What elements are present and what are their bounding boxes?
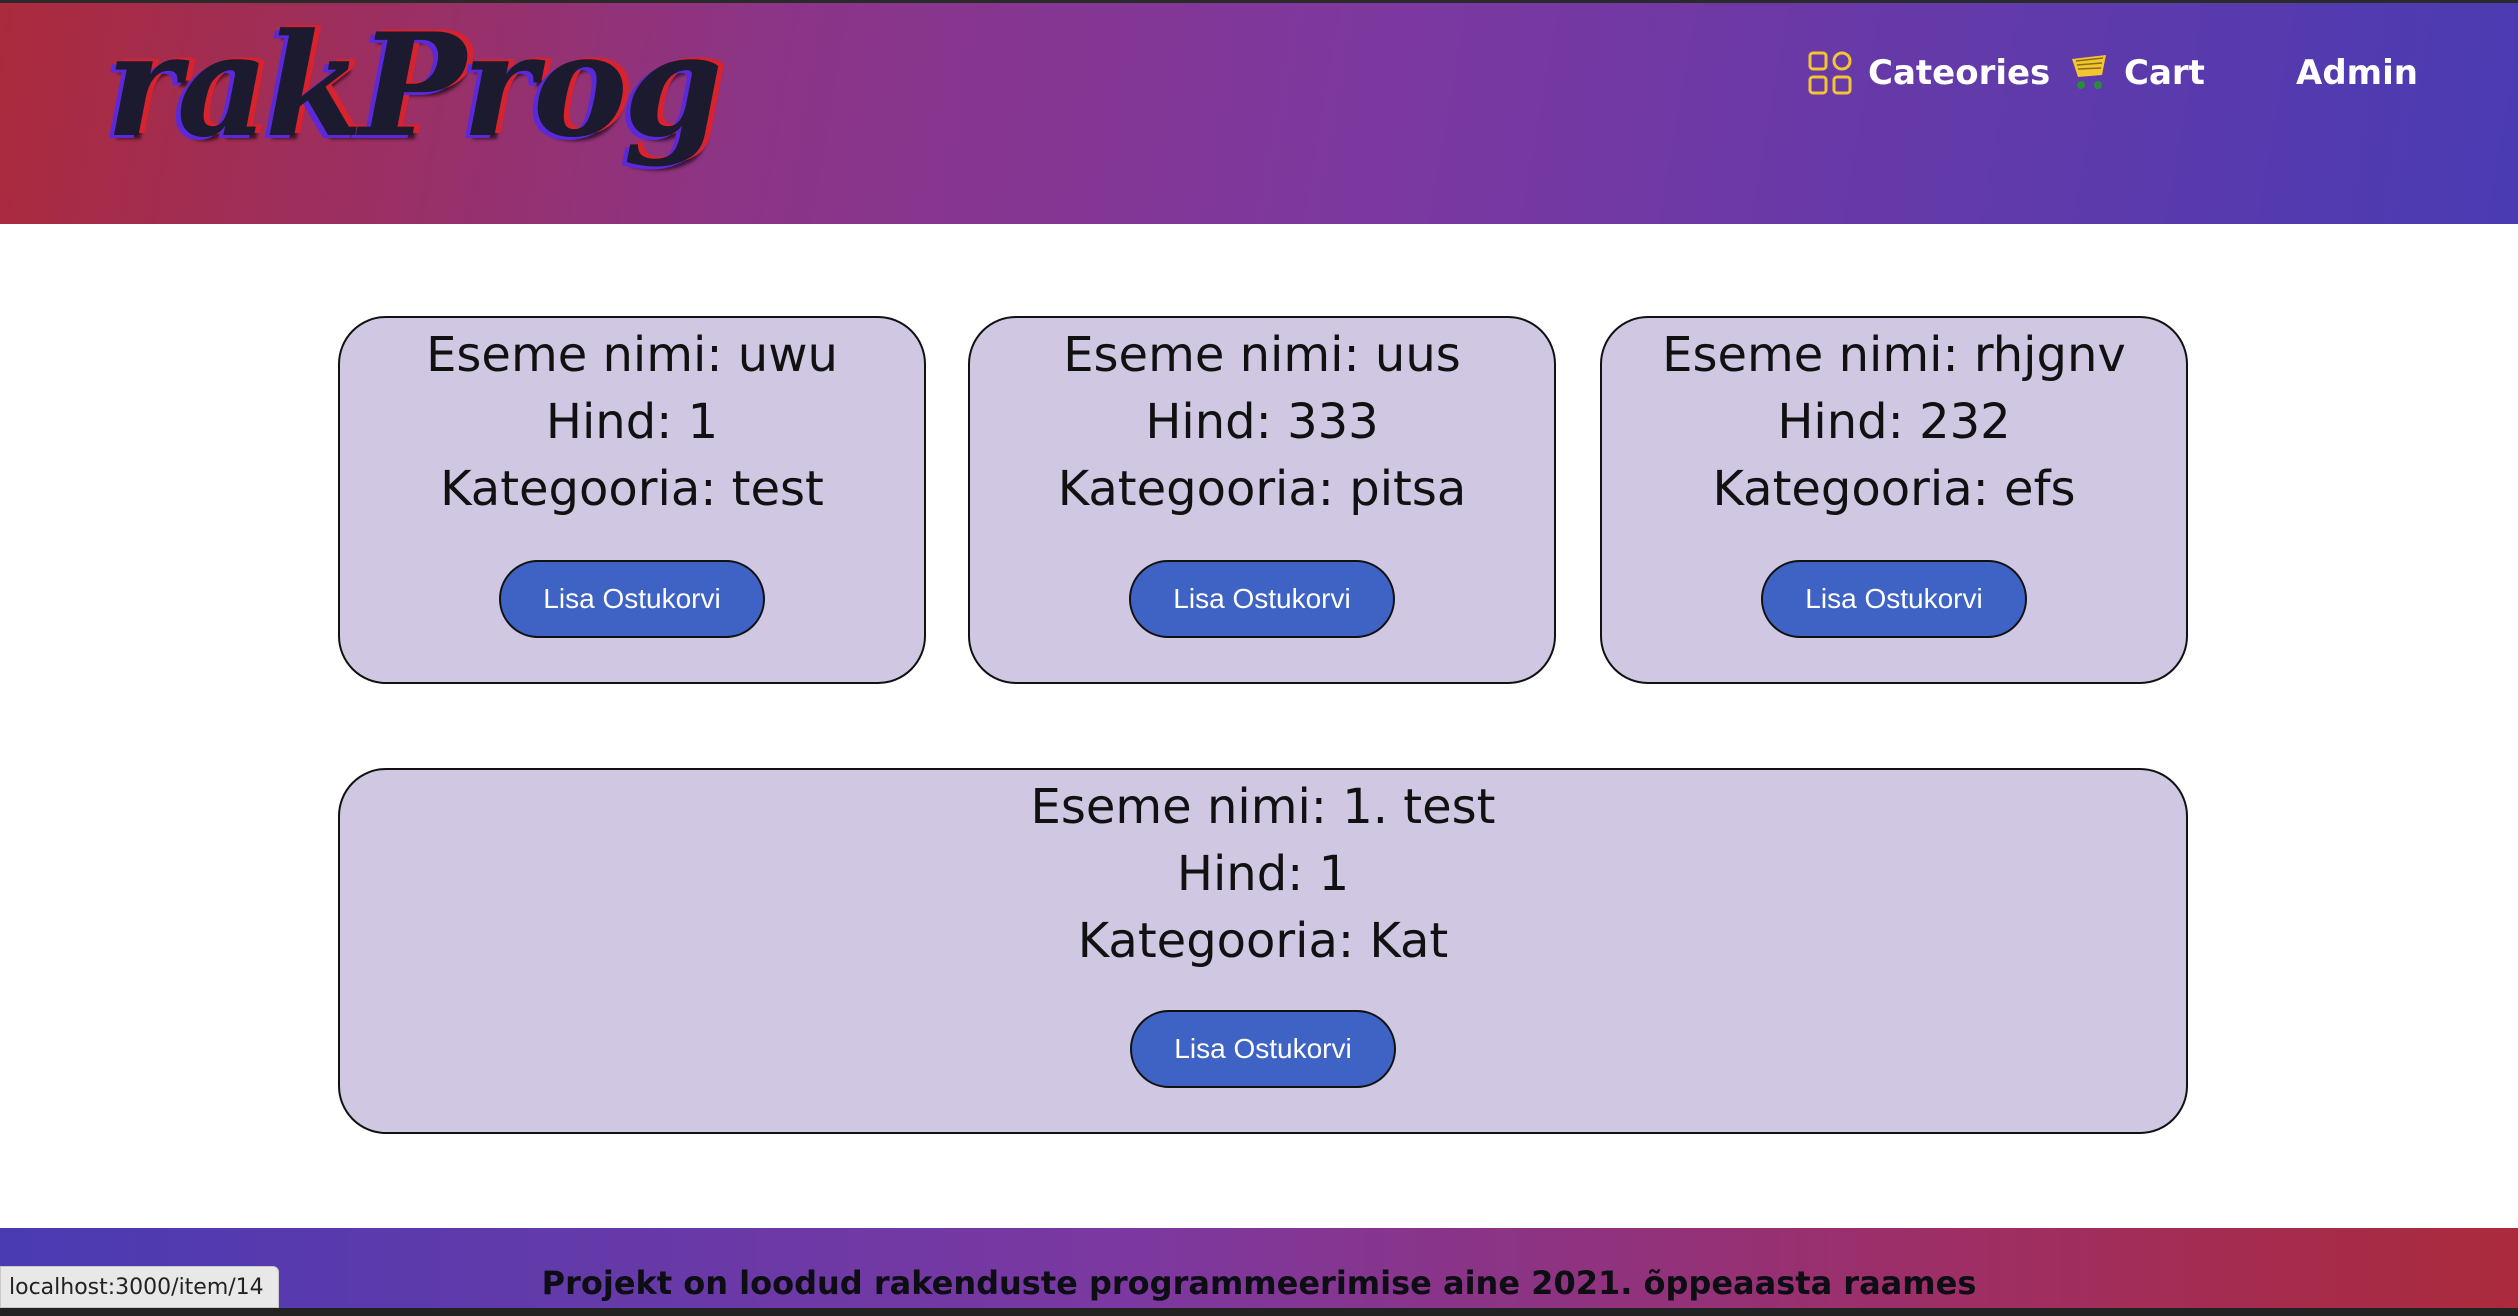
link-preview-status: localhost:3000/item/14: [0, 1266, 279, 1308]
item-price: Hind: 333: [1145, 394, 1379, 450]
nav-admin-label: Admin: [2296, 53, 2418, 93]
nav-admin-link[interactable]: Admin: [2296, 43, 2418, 103]
footer-text: Projekt on loodud rakenduste programmeer…: [541, 1264, 1977, 1302]
item-category: Kategooria: test: [440, 461, 824, 517]
item-category: Kategooria: pitsa: [1057, 461, 1467, 517]
nav-categories-label: Cateories: [1868, 53, 2051, 93]
add-to-cart-button[interactable]: Lisa Ostukorvi: [1129, 560, 1395, 638]
site-header: rakProg Cateories Cart Admin: [0, 0, 2518, 224]
item-price: Hind: 1: [1176, 846, 1350, 902]
item-name: Eseme nimi: uwu: [426, 327, 838, 383]
nav-categories-link[interactable]: Cateories: [1808, 43, 2050, 103]
item-category: Kategooria: Kat: [1077, 913, 1449, 969]
nav-cart-label: Cart: [2124, 53, 2205, 93]
item-card[interactable]: Eseme nimi: uus Hind: 333 Kategooria: pi…: [968, 316, 1556, 684]
window-bottom-edge: [0, 1308, 2518, 1316]
item-category: Kategooria: efs: [1712, 461, 2076, 517]
item-card[interactable]: Eseme nimi: 1. test Hind: 1 Kategooria: …: [338, 768, 2188, 1134]
item-price: Hind: 232: [1777, 394, 2011, 450]
add-to-cart-button[interactable]: Lisa Ostukorvi: [499, 560, 765, 638]
item-name: Eseme nimi: 1. test: [1030, 779, 1496, 835]
add-to-cart-button[interactable]: Lisa Ostukorvi: [1130, 1010, 1396, 1088]
item-name: Eseme nimi: rhjgnv: [1662, 327, 2126, 383]
site-footer: Projekt on loodud rakenduste programmeer…: [0, 1228, 2518, 1308]
item-card[interactable]: Eseme nimi: uwu Hind: 1 Kategooria: test…: [338, 316, 926, 684]
add-to-cart-button[interactable]: Lisa Ostukorvi: [1761, 560, 2027, 638]
item-card[interactable]: Eseme nimi: rhjgnv Hind: 232 Kategooria:…: [1600, 316, 2188, 684]
grid-icon: [1808, 51, 1852, 95]
cart-icon: [2070, 53, 2108, 93]
site-logo[interactable]: rakProg: [106, 15, 723, 157]
item-price: Hind: 1: [545, 394, 719, 450]
item-name: Eseme nimi: uus: [1063, 327, 1461, 383]
nav-cart-link[interactable]: Cart: [2070, 43, 2205, 103]
